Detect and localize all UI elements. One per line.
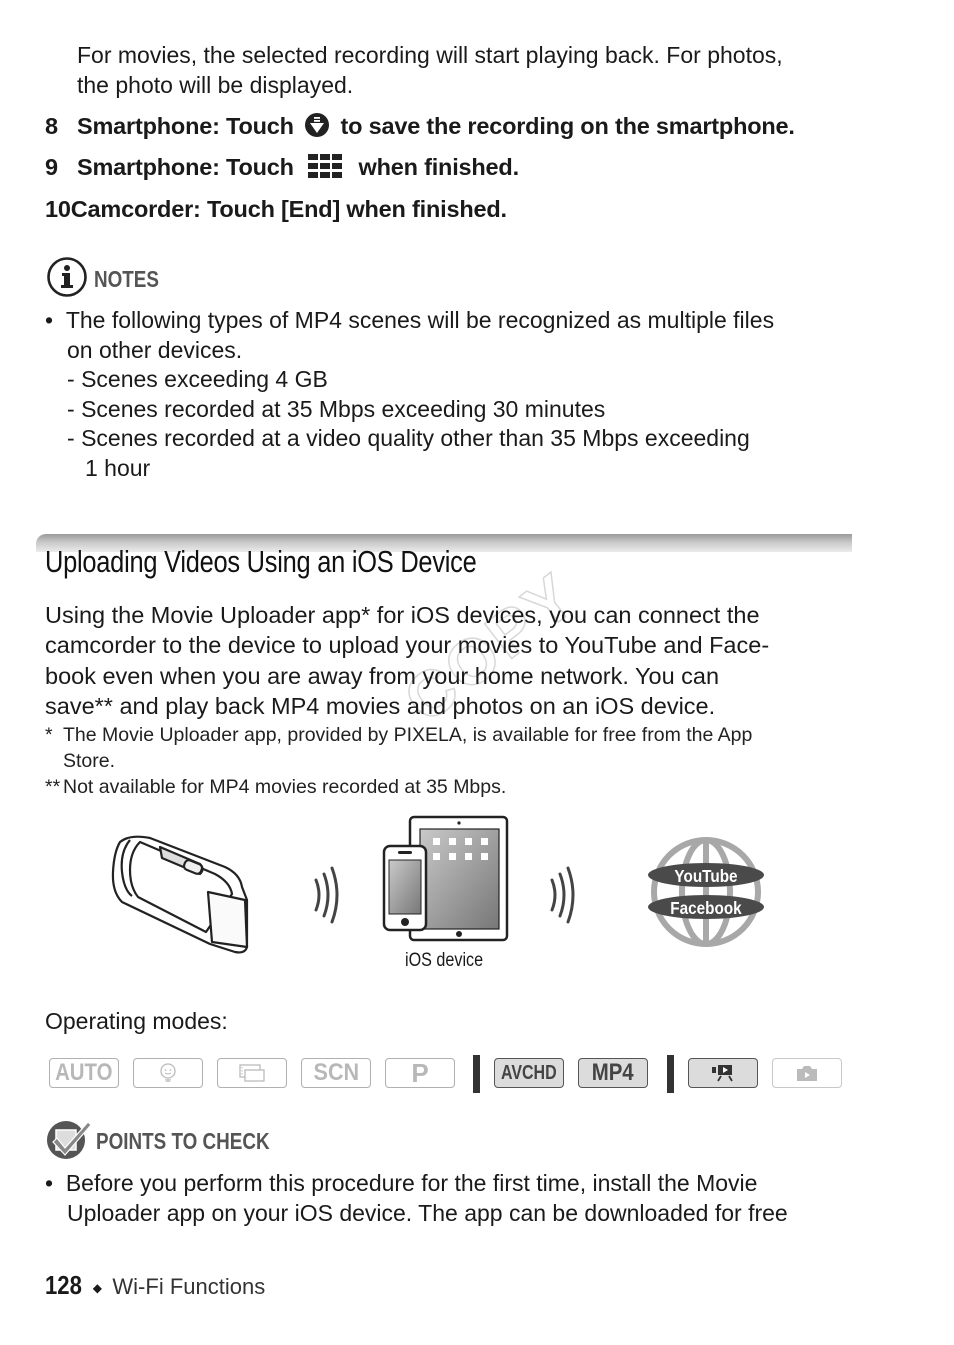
mode-label: SCN bbox=[313, 1059, 359, 1086]
intro-line: For movies, the selected recording will … bbox=[77, 42, 783, 68]
paragraph-line: Using the Movie Uploader app* for iOS de… bbox=[45, 602, 760, 628]
step-text: to save the recording on the smartphone. bbox=[340, 113, 795, 140]
notes-subitem: - Scenes exceeding 4 GB bbox=[67, 366, 328, 392]
points-to-check-heading: POINTS TO CHECK bbox=[46, 1118, 308, 1165]
footnote-mark: ** bbox=[45, 776, 61, 798]
check-bullet: • Before you perform this procedure for … bbox=[45, 1170, 758, 1196]
step-9: 9 Smartphone: Touch when finished. bbox=[45, 154, 519, 184]
mode-movie-playback-icon bbox=[688, 1058, 758, 1088]
checkmark-icon bbox=[46, 1118, 92, 1165]
footnotes: * The Movie Uploader app, provided by PIX… bbox=[45, 722, 845, 800]
mode-scn-icon: SCN bbox=[301, 1058, 371, 1088]
step-10: 10Camcorder: Touch [End] when finished. bbox=[45, 196, 507, 223]
save-download-icon bbox=[304, 112, 330, 144]
step-text: when finished. bbox=[358, 154, 520, 181]
mode-label: AVCHD bbox=[501, 1061, 557, 1084]
footnote-text: Store. bbox=[63, 750, 116, 772]
camcorder-icon bbox=[111, 835, 249, 954]
footnote: * The Movie Uploader app, provided by PIX… bbox=[45, 722, 845, 748]
notes-bullet: • The following types of MP4 scenes will… bbox=[45, 307, 775, 333]
subitem-text: Scenes recorded at 35 Mbps exceeding 30 … bbox=[81, 395, 606, 422]
bullet-text: Before you perform this procedure for th… bbox=[65, 1170, 758, 1196]
mode-label: P bbox=[411, 1057, 429, 1088]
youtube-label: YouTube bbox=[674, 866, 737, 886]
iphone-icon bbox=[382, 844, 428, 932]
intro-line: the photo will be displayed. bbox=[77, 72, 354, 98]
step-number: 8 bbox=[45, 113, 58, 140]
points-to-check-list: • Before you perform this procedure for … bbox=[45, 1169, 788, 1228]
section-paragraph: Using the Movie Uploader app* for iOS de… bbox=[45, 600, 855, 721]
step-text: Smartphone: Touch bbox=[77, 113, 294, 140]
notes-subitem: - Scenes recorded at 35 Mbps exceeding 3… bbox=[67, 395, 606, 422]
facebook-badge: Facebook bbox=[648, 895, 764, 919]
footnote: ** Not available for MP4 movies recorded … bbox=[45, 774, 845, 800]
step-8: 8 Smartphone: Touch to save the recording… bbox=[45, 112, 795, 144]
step-number: 10 bbox=[45, 196, 71, 222]
step-text: Camcorder: Touch [End] when finished. bbox=[70, 196, 507, 222]
mode-label: MP4 bbox=[592, 1059, 634, 1086]
mode-label: AUTO bbox=[55, 1059, 113, 1086]
footer-section-name: Wi-Fi Functions bbox=[112, 1274, 266, 1299]
paragraph-line: camcorder to the device to upload your m… bbox=[45, 632, 770, 659]
notes-list: • The following types of MP4 scenes will… bbox=[45, 306, 774, 483]
mode-separator bbox=[473, 1055, 480, 1093]
mode-separator bbox=[667, 1055, 674, 1093]
mode-p-icon: P bbox=[385, 1058, 455, 1088]
points-to-check-label: POINTS TO CHECK bbox=[96, 1128, 270, 1154]
bullet-text: The following types of MP4 scenes will b… bbox=[65, 307, 775, 333]
grid-menu-icon bbox=[308, 154, 343, 184]
footnote-text: The Movie Uploader app, provided by PIXE… bbox=[63, 724, 753, 746]
info-icon bbox=[46, 256, 88, 303]
paragraph-line: save** and play back MP4 movies and phot… bbox=[45, 692, 716, 719]
subitem-text: Scenes exceeding 4 GB bbox=[81, 366, 328, 392]
mode-avchd-icon: AVCHD bbox=[494, 1058, 564, 1088]
globe-icon bbox=[651, 837, 761, 947]
facebook-label: Facebook bbox=[670, 898, 742, 918]
mode-mp4-icon: MP4 bbox=[578, 1058, 648, 1088]
mode-photo-playback-icon bbox=[772, 1058, 842, 1088]
mode-auto-icon: AUTO bbox=[49, 1058, 119, 1088]
subitem-text: 1 hour bbox=[85, 454, 151, 481]
intro-text: For movies, the selected recording will … bbox=[77, 40, 783, 100]
youtube-badge: YouTube bbox=[648, 863, 764, 887]
operating-modes-label: Operating modes: bbox=[45, 1008, 228, 1034]
bullet-text: on other devices. bbox=[67, 336, 243, 363]
bullet-text: Uploader app on your iOS device. The app… bbox=[67, 1199, 788, 1226]
mode-cinema-icon bbox=[217, 1058, 287, 1088]
notes-heading: NOTES bbox=[46, 256, 173, 303]
section-title: Uploading Videos Using an iOS Device bbox=[45, 544, 477, 579]
wireless-signal-icon bbox=[314, 866, 339, 924]
paragraph-line: book even when you are away from your ho… bbox=[45, 662, 720, 689]
step-number: 9 bbox=[45, 154, 58, 181]
ios-device-label: iOS device bbox=[405, 950, 484, 971]
footnote-text: Not available for MP4 movies recorded at… bbox=[63, 776, 507, 798]
page-footer: 128 ◆ Wi-Fi Functions bbox=[45, 1270, 265, 1301]
subitem-text: Scenes recorded at a video quality other… bbox=[81, 425, 750, 451]
footnote-mark: * bbox=[45, 724, 53, 746]
notes-subitem: - Scenes recorded at a video quality oth… bbox=[67, 425, 750, 451]
notes-label: NOTES bbox=[94, 266, 159, 292]
mode-baby-icon bbox=[133, 1058, 203, 1088]
diamond-separator-icon: ◆ bbox=[92, 1280, 103, 1295]
page-number: 128 bbox=[45, 1270, 82, 1300]
wireless-signal-icon bbox=[550, 866, 575, 924]
operating-modes-row: AUTO SCN P AVCHD MP4 bbox=[0, 1055, 954, 1095]
step-text: Smartphone: Touch bbox=[77, 154, 294, 181]
